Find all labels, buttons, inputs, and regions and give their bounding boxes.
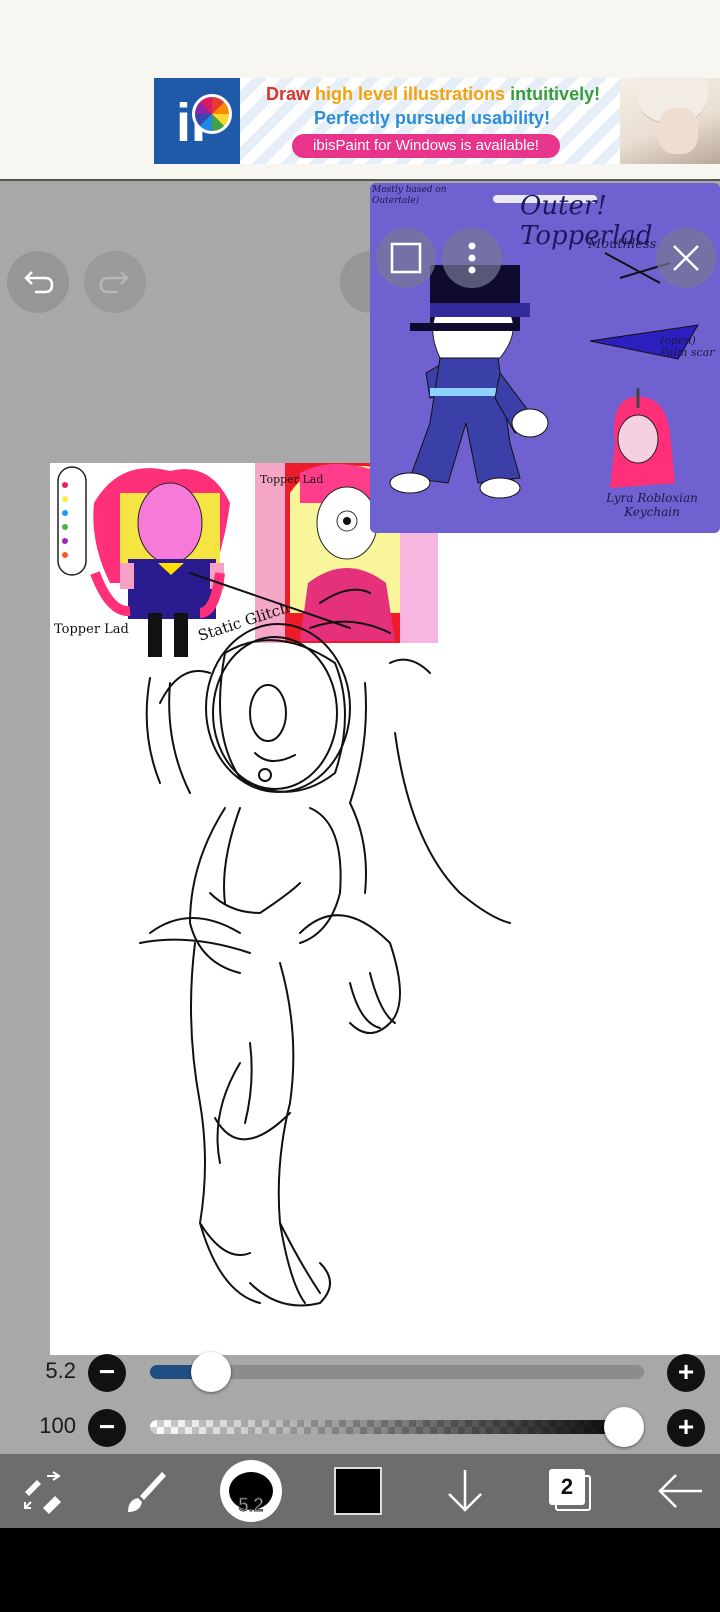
layer-count: 2 (549, 1469, 585, 1505)
square-frame-icon (390, 242, 422, 274)
brush-tool-button[interactable] (100, 1454, 190, 1528)
ad-character-face (658, 108, 698, 154)
reference-frame-button[interactable] (376, 228, 436, 288)
brush-preview: 5.2 (220, 1460, 282, 1522)
current-color-swatch (334, 1467, 382, 1515)
reference-close-button[interactable] (656, 228, 716, 288)
color-button[interactable] (313, 1454, 403, 1528)
drawing-canvas[interactable]: Topper Lad Topper Lad Static Glitch (50, 463, 720, 1355)
ad-cta-pill[interactable]: ibisPaint for Windows is available! (292, 134, 560, 158)
reference-palm-label: (open) Palm scar (660, 334, 715, 359)
undo-button[interactable] (7, 251, 69, 313)
brush-size-value: 5.2 (45, 1358, 76, 1383)
brush-icon (128, 1472, 166, 1512)
opacity-value: 100 (39, 1413, 76, 1438)
back-button[interactable] (635, 1454, 720, 1528)
brush-size-label: 5.2 (238, 1495, 264, 1516)
arrow-down-icon (448, 1470, 482, 1512)
arrow-left-icon (658, 1474, 702, 1508)
ad-subheadline: Perfectly pursued usability! (314, 108, 551, 128)
bottom-toolbar: 5.2 2 (0, 1454, 720, 1528)
reference-mouthless-label: Mouthless (588, 237, 657, 252)
ad-character-image (620, 78, 720, 164)
redo-button[interactable] (84, 251, 146, 313)
reference-note: Mostly based on Outertale) (372, 185, 447, 206)
redo-icon (99, 271, 129, 294)
brush-size-slider-row: 5.2 − + (0, 1345, 720, 1395)
color-wheel-icon (192, 94, 232, 134)
download-button[interactable] (420, 1454, 510, 1528)
label-topper-lad: Topper Lad (54, 622, 129, 637)
ad-headline-part3: intuitively! (510, 84, 601, 104)
ad-headline: Draw high level illustrations intuitivel… (266, 84, 600, 105)
opacity-decrease-button[interactable]: − (88, 1409, 126, 1447)
reference-menu-button[interactable] (442, 228, 502, 288)
ibispaint-logo: iP (154, 78, 240, 164)
undo-icon (24, 271, 54, 294)
ad-headline-part1: Draw (266, 84, 316, 104)
system-navigation-bar (0, 1528, 720, 1612)
brush-size-increase-button[interactable]: + (667, 1354, 705, 1392)
brush-size-decrease-button[interactable]: − (88, 1354, 126, 1392)
brush-size-thumb[interactable] (191, 1352, 231, 1392)
opacity-slider-row: 100 − + (0, 1400, 720, 1450)
ad-banner[interactable]: iP Draw high level illustrations intuiti… (154, 78, 720, 164)
transform-tool-button[interactable] (0, 1454, 90, 1528)
opacity-thumb[interactable] (604, 1407, 644, 1447)
reference-window[interactable]: Mostly based on Outertale) Outer! Topper… (370, 183, 720, 533)
ad-area: iP Draw high level illustrations intuiti… (0, 0, 720, 181)
more-vertical-icon (468, 242, 476, 274)
brush-size-slider[interactable] (150, 1352, 644, 1392)
canvas-artwork: Topper Lad Topper Lad Static Glitch (52, 463, 511, 1307)
ad-headline-part2: high level illustrations (315, 84, 511, 104)
layers-icon: 2 (549, 1469, 593, 1513)
brush-size-button[interactable]: 5.2 (206, 1454, 296, 1528)
tool-selection-icon (24, 1471, 61, 1514)
opacity-increase-button[interactable]: + (667, 1409, 705, 1447)
reference-keychain-label: Lyra Robloxian Keychain (606, 491, 698, 519)
opacity-slider[interactable] (150, 1407, 644, 1447)
close-icon (673, 245, 699, 271)
line-sketch (139, 572, 511, 1307)
label-topper-lad-small: Topper Lad (260, 473, 323, 486)
layers-button[interactable]: 2 (526, 1454, 616, 1528)
